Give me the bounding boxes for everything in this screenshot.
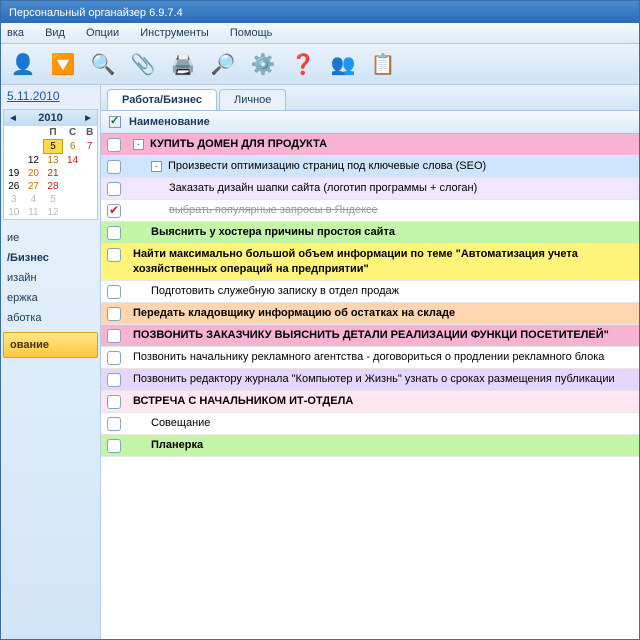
category-item[interactable]: аботка [1,308,100,328]
menu-item[interactable]: Вид [45,27,65,39]
preview-icon[interactable]: 🔎 [207,48,239,80]
task-checkbox[interactable] [107,285,121,299]
filter-icon[interactable]: 🔽 [47,48,79,80]
task-checkbox[interactable] [107,160,121,174]
grid-header: Наименование [101,110,639,134]
task-checkbox[interactable] [107,138,121,152]
gear-icon[interactable]: ⚙️ [247,48,279,80]
task-checkbox[interactable] [107,248,121,262]
prev-month-icon[interactable]: ◄ [8,113,18,124]
task-text: КУПИТЬ ДОМЕН ДЛЯ ПРОДУКТА [150,137,633,152]
calendar-selected-day[interactable]: 5 [43,140,63,154]
menu-item[interactable]: Помощь [230,27,273,39]
notes-icon[interactable]: 📋 [367,48,399,80]
window-title: Персональный органайзер 6.9.7.4 [9,7,183,19]
task-text: Позвонить начальнику рекламного агентств… [133,350,633,365]
user-icon[interactable]: 👤 [7,48,39,80]
task-list[interactable]: -КУПИТЬ ДОМЕН ДЛЯ ПРОДУКТА-Произвести оп… [101,134,639,639]
task-row[interactable]: Совещание [101,413,639,435]
titlebar: Персональный органайзер 6.9.7.4 [1,1,639,23]
task-checkbox[interactable] [107,351,121,365]
task-checkbox[interactable] [107,417,121,431]
menubar: вка Вид Опции Инструменты Помощь [1,23,639,44]
task-row[interactable]: Найти максимально большой объем информац… [101,244,639,281]
task-text: Позвонить редактору журнала "Компьютер и… [133,372,633,387]
print-icon[interactable]: 🖨️ [167,48,199,80]
task-row[interactable]: Позвонить редактору журнала "Компьютер и… [101,369,639,391]
task-row[interactable]: Позвонить начальнику рекламного агентств… [101,347,639,369]
task-text: Найти максимально большой объем информац… [133,247,633,277]
calendar-grid: П С В 5 6 7 12 13 14 [4,126,97,219]
next-month-icon[interactable]: ► [83,113,93,124]
task-row[interactable]: Заказать дизайн шапки сайта (логотип про… [101,178,639,200]
task-text: Заказать дизайн шапки сайта (логотип про… [169,181,633,196]
task-text: Произвести оптимизацию страниц под ключе… [168,159,633,174]
category-item[interactable]: ержка [1,288,100,308]
task-checkbox[interactable] [107,226,121,240]
toolbar: 👤 🔽 🔍 📎 🖨️ 🔎 ⚙️ ❓ 👥 📋 [1,44,639,85]
tab-work[interactable]: Работа/Бизнес [107,89,217,110]
task-text: Подготовить служебную записку в отдел пр… [151,284,633,299]
tabs: Работа/Бизнес Личное [101,85,639,110]
task-row[interactable]: ПОЗВОНИТЬ ЗАКАЗЧИКУ ВЫЯСНИТЬ ДЕТАЛИ РЕАЛ… [101,325,639,347]
task-checkbox[interactable] [107,395,121,409]
task-text: Планерка [151,438,633,453]
content: Работа/Бизнес Личное Наименование -КУПИТ… [101,85,639,639]
header-checkbox-icon[interactable] [109,116,121,128]
task-row[interactable]: Выяснить у хостера причины простоя сайта [101,222,639,244]
task-checkbox[interactable] [107,204,121,218]
calendar-month: 2010 [38,112,62,124]
task-row[interactable]: Подготовить служебную записку в отдел пр… [101,281,639,303]
menu-item[interactable]: Опции [86,27,119,39]
task-row[interactable]: ВСТРЕЧА С НАЧАЛЬНИКОМ ИТ-ОТДЕЛА [101,391,639,413]
category-item[interactable]: /Бизнес [1,248,100,268]
task-text: Выяснить у хостера причины простоя сайта [151,225,633,240]
category-item[interactable]: ие [1,228,100,248]
task-checkbox[interactable] [107,439,121,453]
menu-item[interactable]: вка [7,27,24,39]
task-row[interactable]: -Произвести оптимизацию страниц под ключ… [101,156,639,178]
task-checkbox[interactable] [107,329,121,343]
tab-personal[interactable]: Личное [219,89,286,110]
sidebar: 5.11.2010 ◄ 2010 ► П С В [1,85,101,639]
body: 5.11.2010 ◄ 2010 ► П С В [1,85,639,639]
task-row[interactable]: Планерка [101,435,639,457]
task-text: ПОЗВОНИТЬ ЗАКАЗЧИКУ ВЫЯСНИТЬ ДЕТАЛИ РЕАЛ… [133,328,633,343]
task-checkbox[interactable] [107,307,121,321]
app-window: Персональный органайзер 6.9.7.4 вка Вид … [0,0,640,640]
task-row[interactable]: -КУПИТЬ ДОМЕН ДЛЯ ПРОДУКТА [101,134,639,156]
category-active[interactable]: ование [3,332,98,358]
task-text: ВСТРЕЧА С НАЧАЛЬНИКОМ ИТ-ОТДЕЛА [133,394,633,409]
expander-icon[interactable]: - [151,161,162,172]
binoculars-icon[interactable]: 🔍 [87,48,119,80]
group-icon[interactable]: 👥 [327,48,359,80]
category-item[interactable]: изайн [1,268,100,288]
task-checkbox[interactable] [107,182,121,196]
task-row[interactable]: Передать кладовщику информацию об остатк… [101,303,639,325]
task-text: Совещание [151,416,633,431]
menu-item[interactable]: Инструменты [140,27,209,39]
attachment-icon[interactable]: 📎 [127,48,159,80]
expander-icon[interactable]: - [133,139,144,150]
help-icon[interactable]: ❓ [287,48,319,80]
task-text: выбрать популярные запросы в Яндексе [169,203,633,218]
task-row[interactable]: выбрать популярные запросы в Яндексе [101,200,639,222]
task-checkbox[interactable] [107,373,121,387]
date-link[interactable]: 5.11.2010 [1,85,100,107]
task-text: Передать кладовщику информацию об остатк… [133,306,633,321]
column-header[interactable]: Наименование [129,116,210,128]
calendar: ◄ 2010 ► П С В 5 6 [3,109,98,220]
category-list: ие /Бизнес изайн ержка аботка ование [1,222,100,639]
